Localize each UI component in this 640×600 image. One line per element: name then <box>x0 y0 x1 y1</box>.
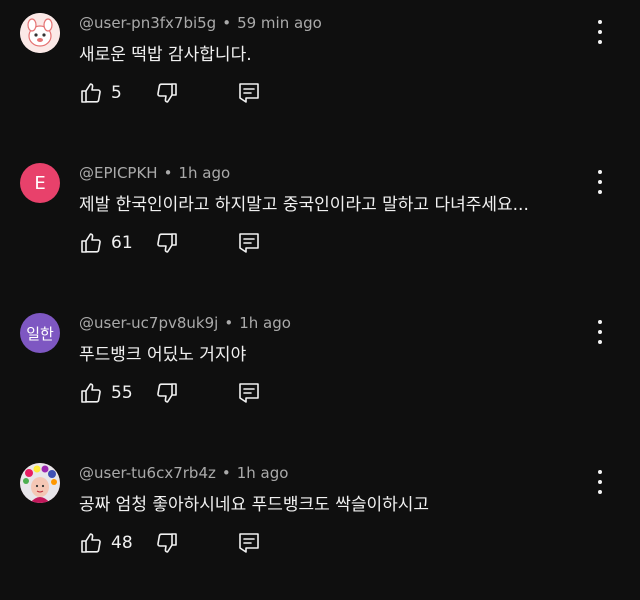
like-count: 61 <box>111 233 133 253</box>
more-vertical-icon <box>598 320 602 324</box>
separator-dot: • <box>221 464 231 482</box>
reply-button[interactable] <box>237 231 261 255</box>
comment-text: 푸드뱅크 어딨노 거지야 <box>79 345 247 365</box>
comment-meta: @user-pn3fx7bi5g • 59 min ago <box>79 14 322 32</box>
timestamp[interactable]: 1h ago <box>237 464 289 482</box>
avatar-letter: 일한 <box>26 324 54 343</box>
comment-text: 공짜 엄청 좋아하시네요 푸드뱅크도 싹슬이하시고 <box>79 495 430 515</box>
comment-item: @user-tu6cx7rb4z • 1h ago 공짜 엄청 좋아하시네요 푸드뱅… <box>0 450 640 600</box>
comment-text: 제발 한국인이라고 하지말고 중국인이라고 말하고 다녀주세요... <box>79 195 529 215</box>
thumbs-up-icon <box>79 531 103 555</box>
author-handle[interactable]: @user-uc7pv8uk9j <box>79 314 218 332</box>
thumbs-up-icon <box>79 81 103 105</box>
more-options-button[interactable] <box>592 20 608 44</box>
separator-dot: • <box>222 14 232 32</box>
thumbs-down-icon <box>155 531 179 555</box>
more-vertical-icon <box>598 470 602 474</box>
comment-meta: @EPICPKH • 1h ago <box>79 164 230 182</box>
dislike-button[interactable] <box>155 81 179 105</box>
thumbs-down-icon <box>155 81 179 105</box>
comment-actions: 55 <box>79 378 261 408</box>
thumbs-down-icon <box>155 381 179 405</box>
comment-item: E @EPICPKH • 1h ago 제발 한국인이라고 하지말고 중국인이라고 … <box>0 150 640 300</box>
separator-dot: • <box>224 314 234 332</box>
reply-icon <box>237 231 261 255</box>
avatar[interactable] <box>20 463 60 503</box>
avatar[interactable]: 일한 <box>20 313 60 353</box>
separator-dot: • <box>163 164 173 182</box>
like-count: 55 <box>111 383 133 403</box>
reply-button[interactable] <box>237 81 261 105</box>
dislike-button[interactable] <box>155 231 179 255</box>
avatar[interactable]: E <box>20 163 60 203</box>
thumbs-down-icon <box>155 231 179 255</box>
like-button[interactable]: 55 <box>79 381 155 405</box>
comment-meta: @user-uc7pv8uk9j • 1h ago <box>79 314 291 332</box>
comment-item: @user-pn3fx7bi5g • 59 min ago 새로운 떡밥 감사합니다… <box>0 0 640 150</box>
reply-button[interactable] <box>237 381 261 405</box>
like-count: 48 <box>111 533 133 553</box>
comment-meta: @user-tu6cx7rb4z • 1h ago <box>79 464 288 482</box>
like-button[interactable]: 61 <box>79 231 155 255</box>
more-vertical-icon <box>598 20 602 24</box>
more-options-button[interactable] <box>592 170 608 194</box>
timestamp[interactable]: 59 min ago <box>237 14 322 32</box>
like-button[interactable]: 5 <box>79 81 155 105</box>
comment-actions: 48 <box>79 528 261 558</box>
more-options-button[interactable] <box>592 470 608 494</box>
thumbs-up-icon <box>79 381 103 405</box>
avatar-letter: E <box>34 172 46 194</box>
reply-icon <box>237 531 261 555</box>
author-handle[interactable]: @user-tu6cx7rb4z <box>79 464 216 482</box>
dislike-button[interactable] <box>155 381 179 405</box>
avatar[interactable] <box>20 13 60 53</box>
comment-actions: 5 <box>79 78 261 108</box>
like-count: 5 <box>111 83 122 103</box>
timestamp[interactable]: 1h ago <box>239 314 291 332</box>
comment-item: 일한 @user-uc7pv8uk9j • 1h ago 푸드뱅크 어딨노 거지야 … <box>0 300 640 450</box>
comment-text: 새로운 떡밥 감사합니다. <box>79 45 252 65</box>
more-vertical-icon <box>598 170 602 174</box>
thumbs-up-icon <box>79 231 103 255</box>
reply-icon <box>237 81 261 105</box>
reply-icon <box>237 381 261 405</box>
author-handle[interactable]: @user-pn3fx7bi5g <box>79 14 216 32</box>
more-options-button[interactable] <box>592 320 608 344</box>
cartoon-character-avatar-icon <box>20 13 60 53</box>
timestamp[interactable]: 1h ago <box>178 164 230 182</box>
author-handle[interactable]: @EPICPKH <box>79 164 158 182</box>
dislike-button[interactable] <box>155 531 179 555</box>
like-button[interactable]: 48 <box>79 531 155 555</box>
reply-button[interactable] <box>237 531 261 555</box>
comment-actions: 61 <box>79 228 261 258</box>
photo-avatar-icon <box>20 463 60 503</box>
